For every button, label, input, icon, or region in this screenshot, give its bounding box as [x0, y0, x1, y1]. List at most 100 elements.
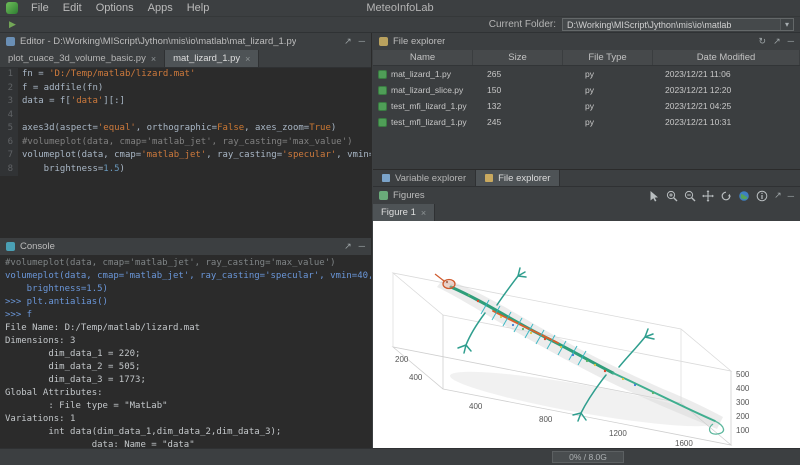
file-row[interactable]: mat_lizard_slice.py150py2023/12/21 12:20 — [373, 82, 800, 98]
figures-panel: Figures — [373, 187, 800, 448]
minimize-panel-icon[interactable]: ─ — [788, 37, 794, 46]
file-table-body: mat_lizard_1.py265py2023/12/21 11:06mat_… — [373, 66, 800, 169]
globe-icon[interactable] — [738, 190, 750, 202]
file-row[interactable]: test_mfi_lizard_1.py132py2023/12/21 04:2… — [373, 98, 800, 114]
refresh-icon[interactable]: ↻ — [759, 37, 767, 46]
tab-figure-1[interactable]: Figure 1 × — [373, 204, 435, 221]
zoom-in-icon[interactable] — [666, 190, 678, 202]
tab-plot-cuace-3d-volume-basic[interactable]: plot_cuace_3d_volume_basic.py × — [0, 50, 165, 67]
file-explorer-panel: File explorer ↻ ↗ ─ Name Size File Type … — [373, 33, 800, 170]
x-tick: 400 — [469, 402, 483, 411]
file-row[interactable]: test_mfl_lizard_1.py245py2023/12/21 10:3… — [373, 114, 800, 130]
tab-file-explorer[interactable]: File explorer — [476, 170, 560, 186]
python-file-icon — [378, 86, 387, 95]
tab-label: Figure 1 — [381, 207, 416, 218]
minimize-panel-icon[interactable]: ─ — [788, 191, 794, 201]
meteoinfolab-window: MeteoInfoLab File Edit Options Apps Help… — [0, 0, 800, 465]
console-line: : File type = "MatLab" — [5, 400, 366, 413]
console-line: data: Name = "data" — [5, 439, 366, 448]
console-output[interactable]: #volumeplot(data, cmap='matlab_jet', ray… — [0, 255, 371, 448]
close-icon[interactable]: × — [245, 54, 250, 64]
console-line: #volumeplot(data, cmap='matlab_jet', ray… — [5, 257, 366, 270]
memory-indicator[interactable]: 0% / 8.0G — [552, 451, 624, 463]
python-file-icon — [378, 70, 387, 79]
chevron-down-icon[interactable]: ▾ — [780, 19, 793, 30]
minimize-panel-icon[interactable]: ─ — [359, 242, 365, 251]
console-line: dim_data_2 = 505; — [5, 361, 366, 374]
line-number: 8 — [0, 163, 18, 177]
folder-icon — [379, 37, 388, 46]
column-header-file-type[interactable]: File Type — [563, 50, 653, 65]
menu-edit[interactable]: Edit — [56, 2, 89, 14]
menu-apps[interactable]: Apps — [141, 2, 180, 14]
float-panel-icon[interactable]: ↗ — [344, 242, 352, 251]
code-line[interactable]: 4 — [0, 109, 371, 123]
figure-canvas[interactable]: 400 800 1200 1600 200 400 500 400 300 20… — [373, 221, 800, 448]
close-icon[interactable]: × — [421, 208, 426, 218]
figure-tabbar: Figure 1 × — [373, 204, 800, 222]
float-panel-icon[interactable]: ↗ — [344, 37, 352, 46]
tab-variable-explorer[interactable]: Variable explorer — [373, 170, 476, 186]
close-icon[interactable]: × — [151, 54, 156, 64]
console-icon — [6, 242, 15, 251]
console-line: Variations: 1 — [5, 413, 366, 426]
minimize-panel-icon[interactable]: ─ — [359, 37, 365, 46]
menu-file[interactable]: File — [24, 2, 56, 14]
current-folder-label: Current Folder: — [489, 19, 556, 30]
z-tick: 100 — [736, 426, 750, 435]
code-line[interactable]: 2f = addfile(fn) — [0, 82, 371, 96]
file-explorer-header: File explorer ↻ ↗ ─ — [373, 33, 800, 50]
python-file-icon — [378, 102, 387, 111]
menu-options[interactable]: Options — [89, 2, 141, 14]
info-icon[interactable] — [756, 190, 768, 202]
y-tick: 200 — [395, 355, 409, 364]
run-script-icon[interactable]: ▶ — [9, 19, 16, 30]
line-number: 5 — [0, 122, 18, 136]
code-editor[interactable]: 1fn = 'D:/Temp/matlab/lizard.mat'2f = ad… — [0, 68, 371, 237]
menu-bar: MeteoInfoLab File Edit Options Apps Help — [0, 0, 800, 17]
editor-panel-header: Editor - D:\Working\MIScript\Jython\mis\… — [0, 33, 371, 50]
line-number: 3 — [0, 95, 18, 109]
current-folder-group: Current Folder: D:\Working\MIScript\Jyth… — [489, 18, 794, 31]
z-tick: 200 — [736, 412, 750, 421]
float-panel-icon[interactable]: ↗ — [774, 190, 782, 201]
code-line[interactable]: 1fn = 'D:/Temp/matlab/lizard.mat' — [0, 68, 371, 82]
console-line: volumeplot(data, cmap='matlab_jet', ray_… — [5, 270, 366, 283]
zoom-out-icon[interactable] — [684, 190, 696, 202]
line-number: 7 — [0, 149, 18, 163]
console-line: brightness=1.5) — [5, 283, 366, 296]
code-line[interactable]: 3data = f['data'][:] — [0, 95, 371, 109]
cursor-icon[interactable] — [648, 190, 660, 202]
tab-mat-lizard-1[interactable]: mat_lizard_1.py × — [165, 50, 259, 67]
float-panel-icon[interactable]: ↗ — [773, 37, 781, 46]
console-line: dim_data_3 = 1773; — [5, 374, 366, 387]
menu-help[interactable]: Help — [180, 2, 217, 14]
editor-icon — [6, 37, 15, 46]
console-line: int data(dim_data_1,dim_data_2,dim_data_… — [5, 426, 366, 439]
code-line[interactable]: 7volumeplot(data, cmap='matlab_jet', ray… — [0, 149, 371, 163]
console-line: >>> plt.antialias() — [5, 296, 366, 309]
column-header-date-modified[interactable]: Date Modified — [653, 50, 800, 65]
volume-plot-3d: 400 800 1200 1600 200 400 500 400 300 20… — [373, 221, 800, 448]
file-row[interactable]: mat_lizard_1.py265py2023/12/21 11:06 — [373, 66, 800, 82]
column-header-size[interactable]: Size — [473, 50, 563, 65]
figures-panel-title: Figures — [393, 190, 425, 201]
code-line[interactable]: 8 brightness=1.5) — [0, 163, 371, 177]
console-panel: Console ↗ ─ #volumeplot(data, cmap='matl… — [0, 238, 372, 448]
figures-panel-header: Figures — [373, 187, 800, 204]
column-header-name[interactable]: Name — [373, 50, 473, 65]
pan-icon[interactable] — [702, 190, 714, 202]
folder-icon — [485, 174, 493, 182]
rotate-icon[interactable] — [720, 190, 732, 202]
editor-panel: Editor - D:\Working\MIScript\Jython\mis\… — [0, 33, 372, 238]
current-folder-combo[interactable]: D:\Working\MIScript\Jython\mis\io\matlab… — [562, 18, 794, 31]
code-line[interactable]: 5axes3d(aspect='equal', orthographic=Fal… — [0, 122, 371, 136]
z-tick: 500 — [736, 370, 750, 379]
file-explorer-title: File explorer — [393, 36, 445, 47]
line-number: 2 — [0, 82, 18, 96]
tab-label: plot_cuace_3d_volume_basic.py — [8, 53, 146, 64]
code-line[interactable]: 6#volumeplot(data, cmap='matlab_jet', ra… — [0, 136, 371, 150]
main-toolbar: ▶ Current Folder: D:\Working\MIScript\Jy… — [0, 17, 800, 33]
x-tick: 1600 — [675, 439, 693, 448]
tab-label: Variable explorer — [395, 173, 466, 184]
